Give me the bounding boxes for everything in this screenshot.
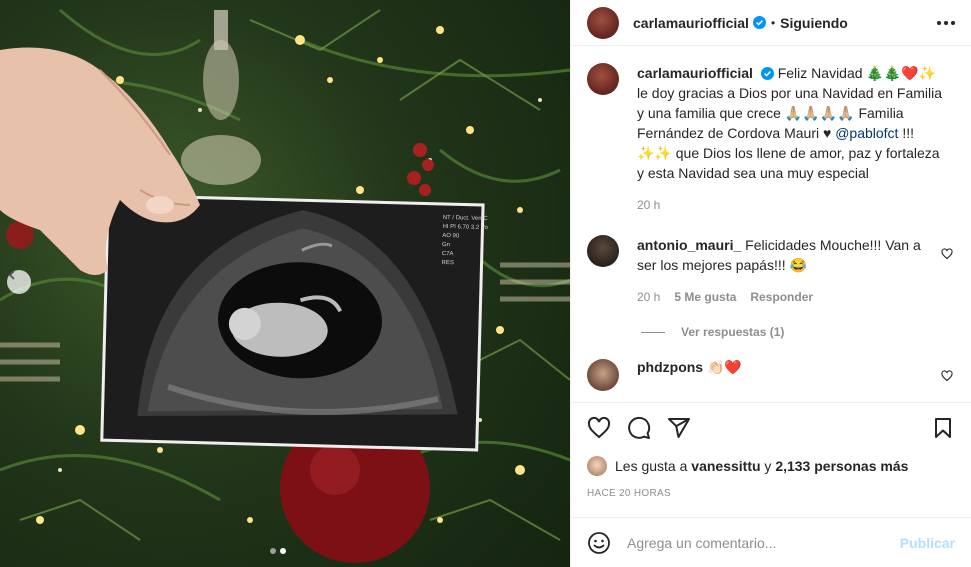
ultrasound-readout-line: C7A bbox=[442, 251, 454, 257]
comment: antonio_mauri_ Felicidades Mouche!!! Van… bbox=[587, 235, 955, 307]
author-username[interactable]: carlamauriofficial bbox=[633, 15, 749, 31]
save-bookmark-icon[interactable] bbox=[931, 416, 955, 440]
publish-button[interactable]: Publicar bbox=[900, 535, 955, 551]
more-options-icon[interactable] bbox=[937, 20, 955, 25]
likes-summary: Les gusta a vanessittu y 2,133 personas … bbox=[587, 456, 908, 476]
caption-username[interactable]: carlamauriofficial bbox=[637, 65, 753, 81]
ultrasound-readout-line: HI PI 6.70 3.2 Vo bbox=[442, 224, 488, 231]
ultrasound-readout-line: NT / Duct. Ven/C bbox=[443, 215, 489, 222]
comment: phdzpons 👏🏻❤️ bbox=[587, 359, 955, 391]
liker-username[interactable]: vanessittu bbox=[691, 458, 760, 474]
likes-prefix: Les gusta a bbox=[615, 458, 688, 474]
comment-username[interactable]: antonio_mauri_ bbox=[637, 237, 741, 253]
view-replies-button[interactable]: Ver respuestas (1) bbox=[641, 325, 955, 339]
like-comment-heart-icon[interactable] bbox=[941, 369, 953, 387]
comment-likes[interactable]: 5 Me gusta bbox=[674, 287, 736, 307]
comment-username[interactable]: phdzpons bbox=[637, 359, 703, 375]
separator-dot: • bbox=[770, 15, 776, 30]
ultrasound-print: NT / Duct. Ven/C HI PI 6.70 3.2 Vo AO 90 Gn… bbox=[100, 193, 489, 452]
avatar[interactable] bbox=[587, 235, 619, 267]
comment-bubble-icon[interactable] bbox=[627, 416, 651, 440]
post-timestamp[interactable]: HACE 20 HORAS bbox=[587, 488, 671, 499]
avatar[interactable] bbox=[587, 63, 619, 95]
comment-text: 👏🏻❤️ bbox=[707, 359, 742, 375]
post-photo[interactable]: NT / Duct. Ven/C HI PI 6.70 3.2 Vo AO 90 Gn… bbox=[0, 0, 570, 567]
view-replies-label[interactable]: Ver respuestas (1) bbox=[681, 325, 784, 339]
comment-composer: Publicar bbox=[571, 517, 971, 567]
like-heart-icon[interactable] bbox=[587, 416, 611, 440]
avatar[interactable] bbox=[587, 6, 619, 39]
emoji-icon[interactable] bbox=[587, 531, 611, 555]
liker-avatar[interactable] bbox=[587, 456, 607, 476]
following-button[interactable]: Siguiendo bbox=[780, 15, 848, 31]
comment-input[interactable] bbox=[627, 534, 900, 551]
carousel-dot-active bbox=[280, 548, 286, 554]
likes-others[interactable]: 2,133 personas más bbox=[775, 458, 908, 474]
ultrasound-readout-line: RES bbox=[441, 260, 453, 266]
comments-list: carlamauriofficial Feliz Navidad 🎄🎄❤️✨ l… bbox=[587, 63, 955, 393]
caption-time[interactable]: 20 h bbox=[637, 195, 660, 215]
christmas-tree-image: NT / Duct. Ven/C HI PI 6.70 3.2 Vo AO 90 Gn… bbox=[0, 8, 570, 563]
verified-badge-icon bbox=[760, 67, 774, 80]
post-panel: carlamauriofficial • Siguiendo carlamaur… bbox=[570, 0, 971, 567]
chevron-left-icon bbox=[8, 270, 15, 280]
like-comment-heart-icon[interactable] bbox=[941, 247, 953, 265]
ultrasound-readout-line: AO 90 bbox=[442, 233, 460, 239]
comment-time[interactable]: 20 h bbox=[637, 287, 660, 307]
mention-link[interactable]: @pablofct bbox=[835, 125, 898, 141]
reply-button[interactable]: Responder bbox=[750, 287, 813, 307]
replies-divider bbox=[641, 331, 665, 333]
action-bar bbox=[571, 402, 971, 452]
carousel-dot bbox=[270, 548, 276, 554]
ultrasound-readout-line: Gn bbox=[442, 242, 450, 248]
carousel-dots bbox=[270, 548, 286, 554]
carousel-prev-button[interactable] bbox=[7, 270, 31, 294]
share-paper-plane-icon[interactable] bbox=[667, 416, 691, 440]
caption: carlamauriofficial Feliz Navidad 🎄🎄❤️✨ l… bbox=[587, 63, 955, 215]
verified-badge-icon bbox=[752, 16, 766, 29]
avatar[interactable] bbox=[587, 359, 619, 391]
likes-joiner: y bbox=[764, 458, 772, 474]
post-header: carlamauriofficial • Siguiendo bbox=[571, 0, 971, 46]
